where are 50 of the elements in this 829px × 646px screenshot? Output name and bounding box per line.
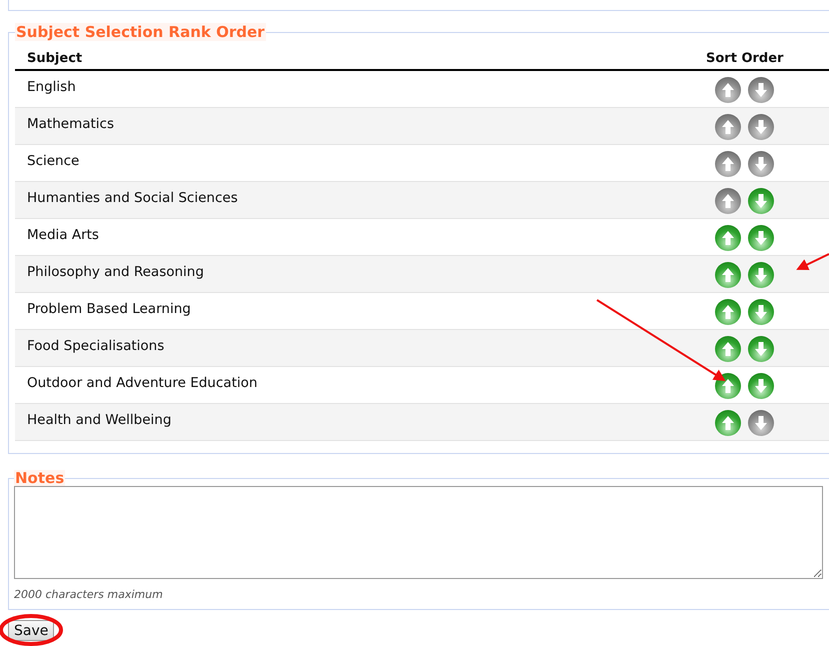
column-header: Sort Order — [706, 51, 784, 66]
save-button[interactable]: Save — [8, 620, 54, 641]
subject-name: English — [27, 79, 76, 95]
subject-name: Science — [27, 153, 80, 169]
arrow-down-icon — [754, 119, 768, 135]
arrow-down-icon — [754, 193, 768, 209]
subject-name: Problem Based Learning — [27, 301, 191, 317]
arrow-up-icon — [721, 304, 735, 320]
arrow-down-icon — [754, 378, 768, 394]
subject-name: Philosophy and Reasoning — [27, 264, 204, 280]
subject-name: Mathematics — [27, 116, 114, 132]
move-up-button[interactable] — [715, 225, 741, 251]
arrow-up-icon — [721, 193, 735, 209]
notes-field[interactable] — [14, 486, 823, 579]
subject-name: Health and Wellbeing — [27, 412, 172, 428]
move-up-button[interactable] — [715, 262, 741, 288]
annotation-arrow — [796, 253, 829, 270]
arrow-up-icon — [721, 415, 735, 431]
move-down-button[interactable] — [748, 336, 774, 362]
move-down-button[interactable] — [748, 373, 774, 399]
move-down-button[interactable] — [748, 299, 774, 325]
arrow-down-icon — [754, 267, 768, 283]
subject-name: Media Arts — [27, 227, 99, 243]
arrow-up-icon — [721, 230, 735, 246]
column-header: Subject — [27, 51, 82, 66]
move-up-button[interactable] — [715, 373, 741, 399]
arrow-down-icon — [754, 415, 768, 431]
move-down-button[interactable] — [748, 188, 774, 214]
arrow-up-icon — [721, 267, 735, 283]
move-up-button[interactable] — [715, 336, 741, 362]
arrow-up-icon — [721, 156, 735, 172]
subject-name: Outdoor and Adventure Education — [27, 375, 258, 391]
arrow-up-icon — [721, 82, 735, 98]
section-title: Subject Selection Rank Order — [15, 23, 266, 41]
arrow-down-icon — [754, 82, 768, 98]
arrow-down-icon — [754, 230, 768, 246]
arrow-up-icon — [721, 341, 735, 357]
arrow-up-icon — [721, 378, 735, 394]
character-limit-hint: 2000 characters maximum — [14, 588, 163, 601]
arrow-down-icon — [754, 156, 768, 172]
subject-name: Food Specialisations — [27, 338, 164, 354]
arrow-up-icon — [721, 119, 735, 135]
arrow-down-icon — [754, 304, 768, 320]
section-title: Notes — [14, 470, 66, 486]
move-up-button[interactable] — [715, 299, 741, 325]
move-down-button[interactable] — [748, 262, 774, 288]
arrow-down-icon — [754, 341, 768, 357]
move-down-button[interactable] — [748, 225, 774, 251]
move-up-button[interactable] — [715, 410, 741, 436]
subject-name: Humanties and Social Sciences — [27, 190, 238, 206]
